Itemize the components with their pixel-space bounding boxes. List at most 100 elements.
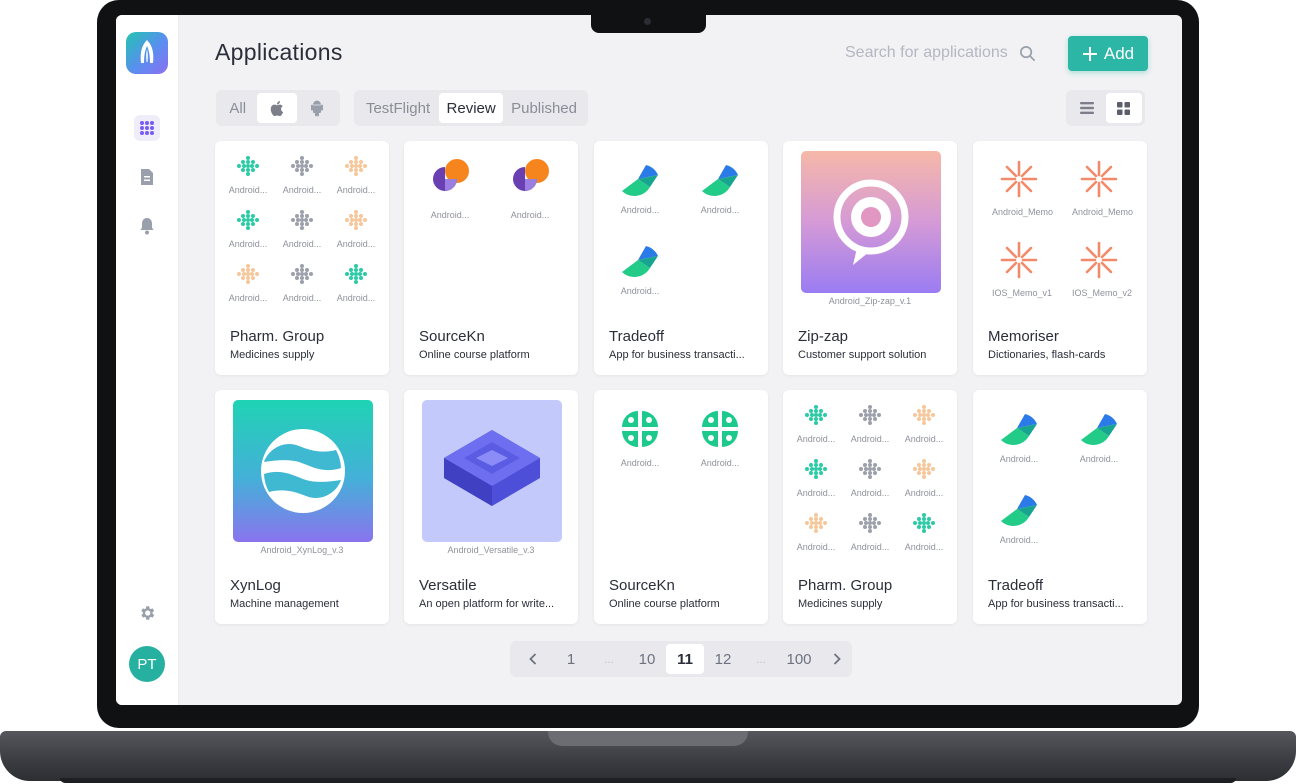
next-page-icon[interactable] [818,644,856,674]
build-item[interactable]: Android... [789,512,843,552]
build-label: Android... [796,542,836,552]
build-item[interactable]: Android... [897,458,951,498]
build-label: IOS_Memo_v2 [1072,288,1133,298]
build-item[interactable]: Android... [613,242,667,296]
versatile-icon[interactable] [422,400,562,542]
build-item[interactable]: IOS_Memo_v1 [992,240,1052,298]
memoriser-icon [1080,160,1118,198]
build-item[interactable]: Android... [789,458,843,498]
build-item[interactable]: Android... [503,158,557,220]
build-label: Android... [904,542,944,552]
page-100[interactable]: 100 [780,644,818,674]
build-label: Android... [999,535,1039,545]
tradeoff-icon [622,165,658,196]
app-name: Pharm. Group [798,577,893,594]
page-10[interactable]: 10 [628,644,666,674]
tab-published[interactable]: Published [503,93,585,123]
app-card[interactable]: Android_Zip-zap_v.1 Zip-zap Customer sup… [783,141,957,375]
build-item[interactable]: Android... [329,155,383,195]
page-1[interactable]: 1 [552,644,590,674]
app-card[interactable]: Android_Memo Android_Memo IOS_Memo_v1 IO… [973,141,1147,375]
build-item[interactable]: Android_Memo [992,159,1053,217]
xynlog-icon[interactable] [233,400,373,542]
page-12[interactable]: 12 [704,644,742,674]
pharm-icon [345,264,367,284]
app-card[interactable]: Android... Android... Android... Tradeof… [973,390,1147,624]
user-avatar[interactable]: PT [129,646,165,682]
platform-filter: All [216,90,340,126]
filter-apple[interactable] [256,93,297,123]
pharm-icon [805,405,827,425]
build-item[interactable]: Android... [329,263,383,303]
tab-review[interactable]: Review [439,93,504,123]
app-card[interactable]: Android... Android... Android... Android… [783,390,957,624]
filter-all[interactable]: All [219,93,257,123]
build-label: Android... [336,293,376,303]
gear-icon[interactable] [134,600,160,626]
add-button[interactable]: Add [1068,36,1148,71]
build-item[interactable]: Android... [843,458,897,498]
pharm-icon [913,459,935,479]
page-11[interactable]: 11 [666,644,704,674]
build-item[interactable]: Android... [992,491,1046,545]
filter-android[interactable] [297,93,337,123]
build-label: Android... [620,205,660,215]
apps-grid-icon[interactable] [134,115,160,141]
bell-icon[interactable] [134,213,160,239]
apple-icon [270,100,284,116]
pharm-icon [291,264,313,284]
build-item[interactable]: Android... [897,512,951,552]
build-item[interactable]: Android... [897,404,951,444]
build-item[interactable]: Android... [329,209,383,249]
sourcekn-green-icon [702,411,738,447]
build-item[interactable]: Android... [423,158,477,220]
pharm-icon [859,405,881,425]
build-item[interactable]: Android... [693,408,747,468]
memoriser-icon [1000,241,1038,279]
build-item[interactable]: Android... [221,263,275,303]
build-item[interactable]: Android... [275,155,329,195]
build-item[interactable]: Android... [843,512,897,552]
app-card[interactable]: Android... Android... Android... Android… [215,141,389,375]
build-item[interactable]: Android... [789,404,843,444]
list-view-icon[interactable] [1069,93,1106,123]
build-item[interactable]: Android... [221,209,275,249]
build-label: Android... [850,434,890,444]
sourcekn-green-icon [622,411,658,447]
build-item[interactable]: Android... [843,404,897,444]
zipzap-icon[interactable] [801,151,941,293]
app-card[interactable]: Android... Android... Android... Tradeof… [594,141,768,375]
app-card[interactable]: Android_Versatile_v.3 Versatile An open … [404,390,578,624]
build-item[interactable]: Android... [275,209,329,249]
pharm-icon [237,264,259,284]
prev-page-icon[interactable] [514,644,552,674]
build-item[interactable]: Android... [613,161,667,215]
build-item[interactable]: Android... [613,408,667,468]
app-card[interactable]: Android... Android... SourceKn Online co… [404,141,578,375]
build-item[interactable]: Android... [693,161,747,215]
app-card[interactable]: Android... Android... SourceKn Online co… [594,390,768,624]
app-card[interactable]: Android_XynLog_v.3 XynLog Machine manage… [215,390,389,624]
pharm-icon [291,156,313,176]
grid-view-icon[interactable] [1105,93,1142,123]
app-logo[interactable] [126,32,168,74]
tradeoff-icon [1001,414,1037,445]
tab-testflight[interactable]: TestFlight [357,93,439,123]
app-description: Machine management [230,598,339,610]
tradeoff-icon [622,246,658,277]
pharm-icon [345,156,367,176]
app-name: SourceKn [609,577,675,594]
build-item[interactable]: Android... [221,155,275,195]
build-item[interactable]: Android... [275,263,329,303]
search-icon[interactable] [1019,45,1036,67]
build-item[interactable]: Android... [992,410,1046,464]
pharm-icon [859,513,881,533]
app-name: SourceKn [419,328,485,345]
build-item[interactable]: Android... [1072,410,1126,464]
build-item[interactable]: IOS_Memo_v2 [1072,240,1133,298]
pharm-icon [805,459,827,479]
search-input[interactable]: Search for applications [845,44,1008,62]
app-description: Customer support solution [798,349,927,361]
build-item[interactable]: Android_Memo [1072,159,1133,217]
document-icon[interactable] [134,164,160,190]
